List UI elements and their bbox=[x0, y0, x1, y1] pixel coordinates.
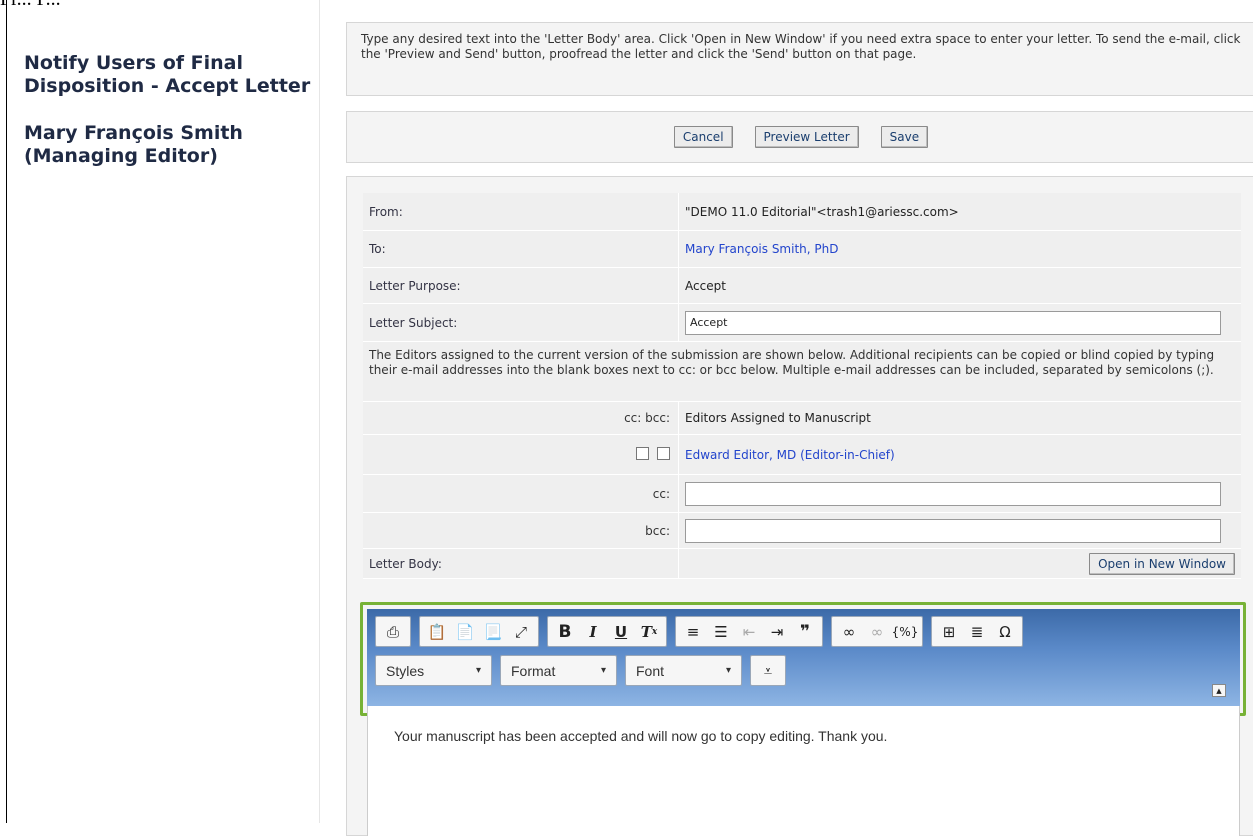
paste-text-icon[interactable]: 📄 bbox=[452, 620, 478, 644]
current-user: Mary François Smith (Managing Editor) bbox=[24, 122, 243, 167]
page-title: Notify Users of Final Disposition - Acce… bbox=[24, 52, 311, 97]
subject-label: Letter Subject: bbox=[369, 315, 458, 330]
cc-row: cc: bbox=[363, 475, 1241, 513]
from-label: From: bbox=[369, 204, 403, 219]
remove-format-icon[interactable]: Tx bbox=[636, 620, 662, 644]
save-button[interactable]: Save bbox=[880, 126, 929, 148]
paste-word-icon[interactable]: 📃 bbox=[480, 620, 506, 644]
to-recipient-link[interactable]: Mary François Smith, PhD bbox=[685, 242, 838, 256]
editor-row: Edward Editor, MD (Editor-in-Chief) bbox=[363, 435, 1241, 475]
collapse-toolbar-icon[interactable]: ▲ bbox=[1212, 684, 1226, 697]
links-group: ∞ ∞ {%} bbox=[831, 616, 923, 647]
purpose-label: Letter Purpose: bbox=[369, 278, 461, 293]
to-row: To: Mary François Smith, PhD bbox=[363, 231, 1241, 268]
open-new-window-button[interactable]: Open in New Window bbox=[1089, 552, 1235, 575]
special-char-icon[interactable]: Ω bbox=[992, 620, 1018, 644]
merge-field-icon[interactable]: {%} bbox=[892, 620, 919, 644]
cc-input[interactable] bbox=[685, 481, 1221, 506]
font-label: Font bbox=[636, 662, 665, 679]
cc-checkbox[interactable] bbox=[636, 446, 649, 460]
expand-toolbar-icon[interactable]: ⩡ bbox=[755, 659, 781, 683]
basic-styles-group: B I U Tx bbox=[547, 616, 667, 647]
toolbar-row-2: Styles ▾ Format ▾ Font ▾ ⩡ bbox=[375, 655, 1232, 686]
bcc-checkbox[interactable] bbox=[657, 446, 670, 460]
purpose-value: Accept bbox=[678, 268, 1241, 303]
from-row: From: "DEMO 11.0 Editorial"<trash1@aries… bbox=[363, 193, 1241, 231]
editors-assigned-heading: Editors Assigned to Manuscript bbox=[678, 402, 1241, 434]
styles-dropdown[interactable]: Styles ▾ bbox=[375, 655, 492, 686]
link-icon[interactable]: ∞ bbox=[836, 620, 862, 644]
letter-body-text: Your manuscript has been accepted and wi… bbox=[394, 728, 888, 744]
print-icon[interactable]: ⎙ bbox=[380, 620, 406, 644]
indent-icon[interactable]: ⇥ bbox=[764, 620, 790, 644]
bcc-label: bcc: bbox=[645, 523, 670, 538]
paste-icon[interactable]: 📋 bbox=[424, 620, 450, 644]
instructions-panel: Type any desired text into the 'Letter B… bbox=[346, 22, 1253, 96]
letter-body-editor[interactable]: Your manuscript has been accepted and wi… bbox=[367, 706, 1240, 836]
sidebar: Notify Users of Final Disposition - Acce… bbox=[24, 52, 314, 168]
more-tools-group: ⩡ bbox=[750, 655, 786, 686]
actions-panel: Cancel Preview Letter Save bbox=[346, 111, 1253, 163]
insert-group: ⊞ ≣ Ω bbox=[931, 616, 1023, 647]
chevron-down-icon: ▾ bbox=[725, 665, 731, 676]
paragraph-group: ≡ ☰ ⇤ ⇥ ❞ bbox=[675, 616, 823, 647]
purpose-row: Letter Purpose: Accept bbox=[363, 268, 1241, 304]
underline-icon[interactable]: U bbox=[608, 620, 634, 644]
italic-icon[interactable]: I bbox=[580, 620, 606, 644]
cancel-button[interactable]: Cancel bbox=[673, 126, 733, 148]
header-fragment: Pr... P... bbox=[0, 0, 200, 10]
editor-checkboxes bbox=[363, 446, 678, 463]
letter-body-row: Letter Body: Open in New Window bbox=[363, 549, 1241, 579]
bcc-row: bcc: bbox=[363, 513, 1241, 549]
editor-toolbar: ⎙ 📋 📄 📃 ⤢ B I U Tx ≡ ☰ ⇤ ⇥ ❞ ∞ ∞ {%} ⊞ ≣… bbox=[367, 609, 1240, 707]
print-group: ⎙ bbox=[375, 616, 411, 647]
unlink-icon[interactable]: ∞ bbox=[864, 620, 890, 644]
column-divider bbox=[319, 0, 320, 823]
subject-row: Letter Subject: bbox=[363, 304, 1241, 342]
maximize-icon[interactable]: ⤢ bbox=[508, 620, 534, 644]
subject-input[interactable] bbox=[685, 310, 1221, 335]
chevron-down-icon: ▾ bbox=[475, 665, 481, 676]
editor-link[interactable]: Edward Editor, MD (Editor-in-Chief) bbox=[685, 448, 895, 462]
bcc-input[interactable] bbox=[685, 518, 1221, 543]
format-label: Format bbox=[511, 662, 556, 679]
table-icon[interactable]: ⊞ bbox=[936, 620, 962, 644]
cc-header-row: cc: bcc: Editors Assigned to Manuscript bbox=[363, 402, 1241, 435]
cc-label: cc: bbox=[652, 486, 670, 501]
outdent-icon[interactable]: ⇤ bbox=[736, 620, 762, 644]
clipboard-group: 📋 📄 📃 ⤢ bbox=[419, 616, 539, 647]
styles-label: Styles bbox=[386, 662, 425, 679]
editors-note: The Editors assigned to the current vers… bbox=[363, 342, 1241, 402]
left-border bbox=[6, 0, 7, 823]
format-dropdown[interactable]: Format ▾ bbox=[500, 655, 617, 686]
bulleted-list-icon[interactable]: ☰ bbox=[708, 620, 734, 644]
preview-letter-button[interactable]: Preview Letter bbox=[754, 126, 859, 148]
blockquote-icon[interactable]: ❞ bbox=[792, 620, 818, 644]
from-value: "DEMO 11.0 Editorial"<trash1@ariessc.com… bbox=[678, 193, 1241, 230]
bold-icon[interactable]: B bbox=[552, 620, 578, 644]
to-label: To: bbox=[369, 242, 386, 256]
chevron-down-icon: ▾ bbox=[600, 665, 606, 676]
horizontal-rule-icon[interactable]: ≣ bbox=[964, 620, 990, 644]
cc-bcc-header: cc: bcc: bbox=[624, 411, 670, 425]
toolbar-row-1: ⎙ 📋 📄 📃 ⤢ B I U Tx ≡ ☰ ⇤ ⇥ ❞ ∞ ∞ {%} ⊞ ≣… bbox=[375, 616, 1232, 647]
letter-body-label: Letter Body: bbox=[369, 556, 442, 571]
numbered-list-icon[interactable]: ≡ bbox=[680, 620, 706, 644]
font-dropdown[interactable]: Font ▾ bbox=[625, 655, 742, 686]
